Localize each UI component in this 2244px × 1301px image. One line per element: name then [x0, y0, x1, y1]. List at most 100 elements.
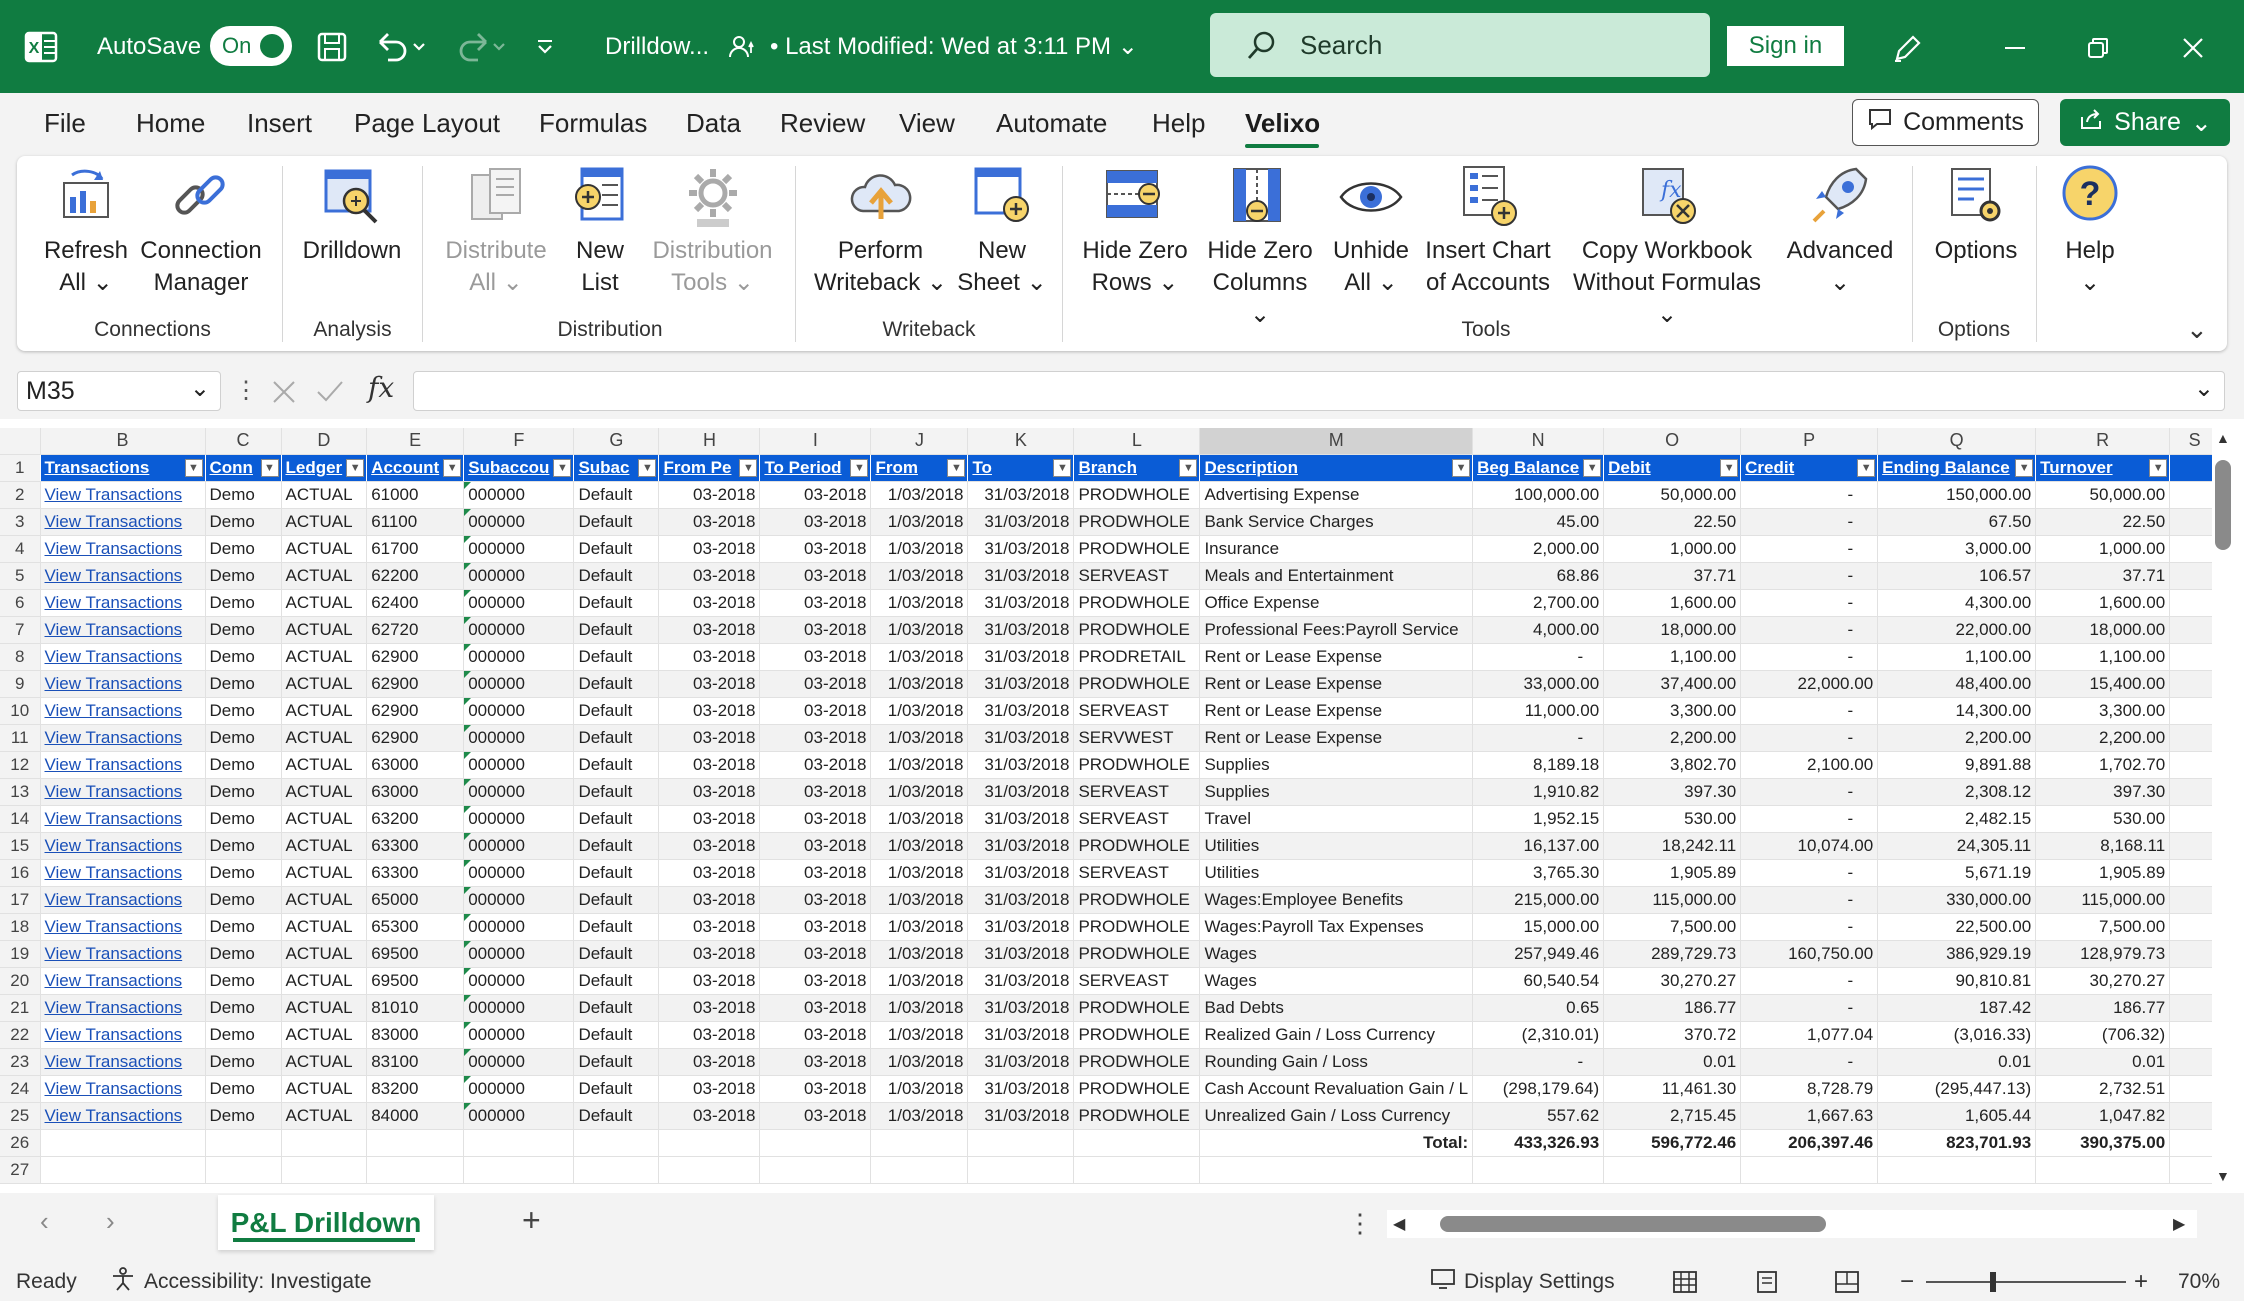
table-cell[interactable]: Demo [205, 1048, 282, 1076]
table-cell[interactable]: 65300 [366, 913, 465, 941]
table-cell[interactable]: ACTUAL [281, 832, 368, 860]
row-header[interactable]: 22 [0, 1021, 41, 1049]
prev-sheet-icon[interactable]: ‹ [40, 1206, 49, 1237]
table-cell[interactable]: 1/03/2018 [870, 940, 969, 968]
table-cell[interactable]: 000000 [463, 913, 575, 941]
share-button[interactable]: Share ⌄ [2060, 99, 2230, 146]
filter-dropdown-icon[interactable]: ▼ [1053, 458, 1072, 477]
table-cell[interactable]: 31/03/2018 [967, 940, 1075, 968]
save-icon[interactable] [313, 28, 353, 68]
table-cell[interactable]: 30,270.27 [2035, 967, 2171, 995]
row-header[interactable]: 12 [0, 751, 41, 779]
column-filter-header[interactable]: Description ▼ [1199, 454, 1474, 482]
more-options-icon[interactable]: ⋮ [234, 376, 258, 405]
table-cell[interactable]: Default [573, 697, 660, 725]
column-header[interactable]: J [870, 428, 969, 455]
table-cell[interactable]: Demo [205, 967, 282, 995]
table-cell[interactable]: Demo [205, 1021, 282, 1049]
empty-cell[interactable] [366, 1129, 465, 1157]
table-cell[interactable]: 8,189.18 [1472, 751, 1605, 779]
file-name[interactable]: Drilldow... [605, 0, 709, 93]
chevron-down-icon[interactable]: ⌄ [190, 374, 210, 403]
menu-velixo[interactable]: Velixo [1245, 108, 1320, 139]
table-cell[interactable]: Bank Service Charges [1199, 508, 1474, 536]
view-transactions-link[interactable]: View Transactions [40, 940, 206, 968]
table-cell[interactable]: 31/03/2018 [967, 832, 1075, 860]
total-value[interactable]: 823,701.93 [1877, 1129, 2037, 1157]
table-cell[interactable]: 03-2018 [658, 670, 761, 698]
insert-chart-of-accounts-button[interactable]: Insert Chart of Accounts [1418, 161, 1558, 299]
table-cell[interactable]: Rent or Lease Expense [1199, 643, 1474, 671]
table-cell[interactable]: 37,400.00 [1603, 670, 1742, 698]
column-header[interactable]: O [1603, 428, 1742, 455]
table-cell[interactable]: 1/03/2018 [870, 832, 969, 860]
column-header[interactable]: R [2035, 428, 2171, 455]
table-cell[interactable]: 257,949.46 [1472, 940, 1605, 968]
more-options-icon[interactable]: ⋮ [1347, 1208, 1373, 1239]
table-cell[interactable]: Demo [205, 832, 282, 860]
table-cell[interactable]: - [1740, 724, 1879, 752]
table-cell[interactable]: 03-2018 [759, 508, 872, 536]
row-header[interactable]: 1 [0, 454, 41, 482]
table-cell[interactable]: 5,671.19 [1877, 859, 2037, 887]
comments-button[interactable]: Comments [1852, 99, 2039, 146]
table-cell[interactable]: ACTUAL [281, 616, 368, 644]
table-cell[interactable]: Supplies [1199, 778, 1474, 806]
table-cell[interactable]: Demo [205, 778, 282, 806]
table-cell[interactable]: 62900 [366, 724, 465, 752]
row-header[interactable]: 4 [0, 535, 41, 563]
table-cell[interactable]: 000000 [463, 859, 575, 887]
column-header[interactable]: C [205, 428, 282, 455]
table-cell[interactable]: Default [573, 778, 660, 806]
filter-dropdown-icon[interactable]: ▼ [947, 458, 966, 477]
zoom-slider-thumb[interactable] [1990, 1272, 1996, 1292]
total-value[interactable]: 206,397.46 [1740, 1129, 1879, 1157]
table-cell[interactable]: 62900 [366, 670, 465, 698]
table-cell[interactable]: 160,750.00 [1740, 940, 1879, 968]
table-cell[interactable]: 106.57 [1877, 562, 2037, 590]
table-cell[interactable]: 1/03/2018 [870, 859, 969, 887]
table-cell[interactable]: 1,910.82 [1472, 778, 1605, 806]
table-cell[interactable]: 8,728.79 [1740, 1075, 1879, 1103]
table-cell[interactable]: 31/03/2018 [967, 1048, 1075, 1076]
table-cell[interactable]: 03-2018 [759, 724, 872, 752]
zoom-in-icon[interactable]: + [2134, 1263, 2148, 1301]
menu-automate[interactable]: Automate [996, 108, 1107, 139]
table-cell[interactable]: 62900 [366, 697, 465, 725]
table-cell[interactable]: 1,000.00 [2035, 535, 2171, 563]
close-icon[interactable] [2173, 28, 2213, 68]
filter-dropdown-icon[interactable]: ▼ [1583, 458, 1602, 477]
table-cell[interactable]: SERVEAST [1073, 967, 1201, 995]
table-cell[interactable]: 397.30 [1603, 778, 1742, 806]
empty-cell[interactable] [281, 1129, 368, 1157]
table-cell[interactable]: 128,979.73 [2035, 940, 2171, 968]
row-header[interactable]: 7 [0, 616, 41, 644]
row-header[interactable]: 21 [0, 994, 41, 1022]
table-cell[interactable]: 31/03/2018 [967, 589, 1075, 617]
table-cell[interactable]: Default [573, 589, 660, 617]
table-cell[interactable]: 530.00 [1603, 805, 1742, 833]
table-cell[interactable]: 03-2018 [759, 481, 872, 509]
empty-cell[interactable] [1073, 1129, 1201, 1157]
table-cell[interactable]: 69500 [366, 967, 465, 995]
row-header[interactable]: 24 [0, 1075, 41, 1103]
table-cell[interactable]: 2,000.00 [1472, 535, 1605, 563]
table-cell[interactable]: 61100 [366, 508, 465, 536]
excel-logo-icon[interactable]: X [20, 25, 64, 69]
table-cell[interactable]: 31/03/2018 [967, 643, 1075, 671]
column-filter-header[interactable]: To Period ▼ [759, 454, 872, 482]
total-label[interactable]: Total: [1199, 1129, 1474, 1157]
table-cell[interactable]: 31/03/2018 [967, 670, 1075, 698]
table-cell[interactable]: PRODWHOLE [1073, 616, 1201, 644]
table-cell[interactable]: 31/03/2018 [967, 535, 1075, 563]
table-cell[interactable]: PRODRETAIL [1073, 643, 1201, 671]
table-cell[interactable]: 000000 [463, 778, 575, 806]
table-cell[interactable]: 03-2018 [658, 562, 761, 590]
distribute-all-button[interactable]: Distribute All ⌄ [436, 161, 556, 299]
table-cell[interactable]: PRODWHOLE [1073, 832, 1201, 860]
table-cell[interactable]: 000000 [463, 994, 575, 1022]
filter-dropdown-icon[interactable]: ▼ [638, 458, 657, 477]
view-transactions-link[interactable]: View Transactions [40, 994, 206, 1022]
collapse-ribbon-chevron-icon[interactable]: ⌄ [2186, 314, 2208, 345]
table-cell[interactable]: 2,700.00 [1472, 589, 1605, 617]
